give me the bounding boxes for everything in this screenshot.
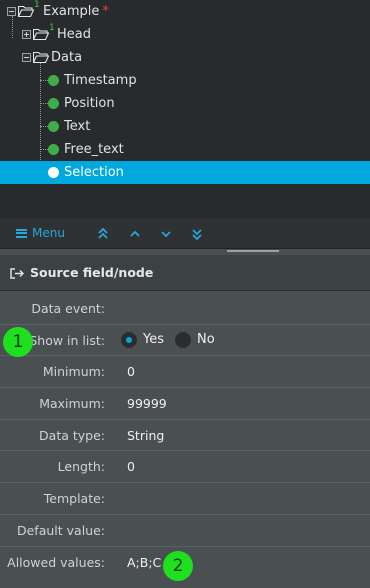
- tree-node-field[interactable]: Position: [0, 92, 370, 115]
- tree-node-label: Head: [57, 27, 91, 42]
- annotation-badge: 2: [163, 551, 193, 581]
- radio-no[interactable]: No: [175, 331, 215, 348]
- radio-selected-icon: [121, 331, 137, 348]
- maximum-row: Maximum: 99999: [0, 388, 370, 420]
- tree-node-head[interactable]: 1 Head: [0, 23, 200, 46]
- tree-node-data[interactable]: Data: [0, 46, 200, 69]
- expand-icon[interactable]: [22, 30, 31, 39]
- length-row: Length: 0: [0, 451, 370, 484]
- allowed-values-value[interactable]: A;B;C: [127, 555, 161, 570]
- field-node-icon: [48, 144, 59, 155]
- move-top-icon[interactable]: [97, 227, 109, 241]
- field-label: Length:: [57, 459, 105, 475]
- tree-node-field-selected[interactable]: Selection: [0, 161, 370, 184]
- tree-node-field[interactable]: Text: [0, 115, 370, 138]
- data-event-row: Data event:: [0, 293, 370, 325]
- length-value[interactable]: 0: [127, 459, 135, 474]
- folder-open-icon: [33, 51, 49, 63]
- source-link-icon: [10, 268, 24, 279]
- field-label: Maximum:: [39, 396, 105, 412]
- required-marker: *: [102, 4, 109, 19]
- child-count-badge: 1: [49, 23, 55, 33]
- move-up-icon[interactable]: [129, 227, 141, 241]
- field-label: Template:: [43, 491, 105, 507]
- tree-node-label: Selection: [64, 165, 124, 180]
- annotation-badge: 1: [3, 327, 33, 357]
- maximum-value[interactable]: 99999: [127, 396, 167, 411]
- field-label: Show in list:: [29, 332, 105, 348]
- hamburger-icon: [16, 228, 27, 238]
- radio-label: Yes: [143, 332, 164, 348]
- menu-button[interactable]: Menu: [16, 226, 65, 240]
- move-down-icon[interactable]: [160, 227, 172, 241]
- tree-node-field[interactable]: Timestamp: [0, 69, 370, 92]
- field-label: Default value:: [16, 522, 105, 538]
- field-label: Data type:: [39, 427, 105, 443]
- show-in-list-row: Show in list: Yes No: [0, 325, 370, 357]
- template-row: Template:: [0, 483, 370, 515]
- field-node-icon: [48, 75, 59, 86]
- radio-unselected-icon: [175, 331, 191, 348]
- field-node-icon: [48, 167, 59, 178]
- panel-header: Source field/node: [0, 255, 370, 291]
- default-value-row: Default value:: [0, 515, 370, 547]
- tree-node-label: Data: [51, 50, 83, 65]
- tree-node-label: Timestamp: [64, 73, 137, 88]
- tree-node-label: Position: [64, 96, 115, 111]
- field-node-icon: [48, 121, 59, 132]
- menu-label: Menu: [32, 226, 65, 240]
- field-label: Minimum:: [42, 364, 105, 380]
- minimum-value[interactable]: 0: [127, 364, 135, 379]
- tree-node-root[interactable]: 1 Example *: [0, 0, 200, 23]
- tree-node-label: Free_text: [64, 142, 124, 157]
- radio-label: No: [197, 332, 215, 348]
- resize-handle[interactable]: [227, 250, 279, 252]
- folder-open-icon: [33, 28, 49, 40]
- field-label: Data event:: [31, 301, 105, 316]
- field-label: Allowed values:: [7, 554, 105, 570]
- tree-node-label: Text: [64, 119, 91, 134]
- data-type-row: Data type: String: [0, 420, 370, 452]
- panel-title: Source field/node: [30, 265, 154, 280]
- tree-node-field[interactable]: Free_text: [0, 138, 370, 161]
- data-type-value[interactable]: String: [127, 428, 164, 443]
- collapse-icon[interactable]: [7, 7, 16, 16]
- tree-view: 1 Example * 1 Head Data Timestamp Positio…: [0, 0, 370, 219]
- radio-yes[interactable]: Yes: [121, 331, 164, 348]
- toolbar: Menu: [0, 219, 370, 249]
- minimum-row: Minimum: 0: [0, 356, 370, 389]
- collapse-icon[interactable]: [22, 53, 31, 62]
- field-node-icon: [48, 98, 59, 109]
- properties-form: Data event: Show in list: Yes No Minimum…: [0, 293, 370, 578]
- folder-open-icon: [18, 5, 34, 17]
- move-bottom-icon[interactable]: [191, 227, 203, 241]
- child-count-badge: 1: [34, 0, 40, 10]
